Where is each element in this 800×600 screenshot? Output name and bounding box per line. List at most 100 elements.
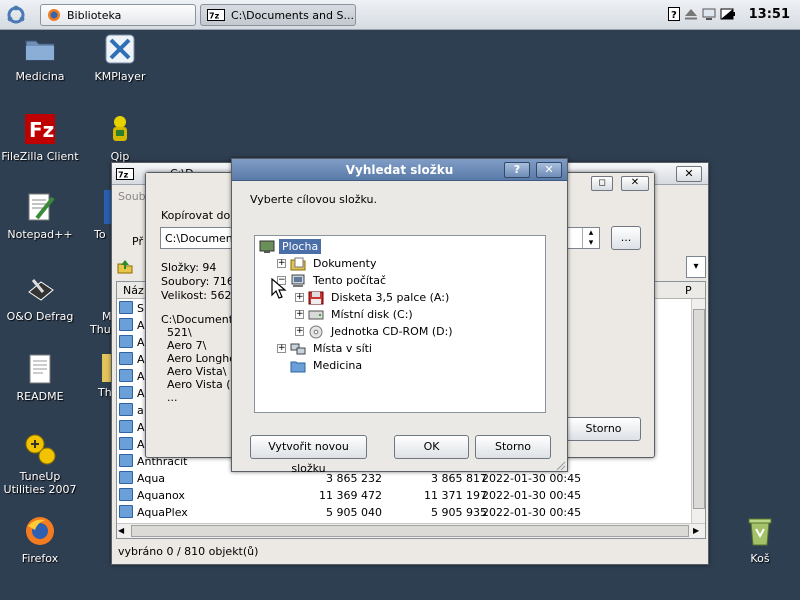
tree-node[interactable]: Medicina bbox=[277, 357, 365, 374]
close-button[interactable]: ✕ bbox=[536, 162, 562, 178]
modified-date: 2022-01-30 00:45 bbox=[482, 472, 582, 485]
packed-size: 11 371 197 bbox=[424, 489, 487, 502]
kmplayer-icon bbox=[105, 34, 135, 64]
new-folder-button[interactable]: Vytvořit novou složku bbox=[250, 435, 367, 475]
h-scroll-thumb[interactable] bbox=[131, 525, 689, 537]
close-button[interactable]: ✕ bbox=[676, 166, 702, 182]
column-name-header[interactable]: Náz bbox=[123, 284, 144, 297]
tree-expander[interactable]: + bbox=[295, 327, 304, 336]
file-name: a bbox=[137, 404, 144, 417]
table-row[interactable]: Aquanox 11 369 472 11 371 197 2022-01-30 00… bbox=[117, 487, 692, 504]
desktop-icon-defrag[interactable]: O&O Defrag bbox=[0, 272, 80, 323]
tree-expander[interactable]: + bbox=[295, 293, 304, 302]
copy-to-label: Kopírovat do: bbox=[161, 209, 234, 222]
folder-icon bbox=[119, 505, 133, 518]
network-icon[interactable] bbox=[702, 7, 716, 21]
desktop-icon bbox=[259, 240, 275, 254]
desktop-icon-tuneup[interactable]: TuneUp Utilities 2007 bbox=[0, 432, 80, 496]
tree-expander[interactable]: + bbox=[295, 310, 304, 319]
desktop-icon-medicina[interactable]: Medicina bbox=[0, 32, 80, 83]
scroll-left-arrow[interactable]: ◀ bbox=[118, 526, 124, 535]
folder-icon bbox=[119, 420, 133, 433]
table-row[interactable]: AquaPlex 5 905 040 5 905 935 2022-01-30 00:… bbox=[117, 504, 692, 521]
notepad-icon bbox=[28, 193, 55, 221]
file-name: A bbox=[137, 319, 145, 332]
desktop-icon-filezilla[interactable]: Fz FileZilla Client bbox=[0, 112, 80, 163]
folder-tree[interactable]: Plocha + Dokumenty − Tento počítač + Disketa 3… bbox=[254, 235, 546, 413]
desktop-icon-qip[interactable]: Qip bbox=[80, 112, 160, 163]
file-name: A bbox=[137, 353, 145, 366]
address-dropdown-button[interactable]: ▾ bbox=[686, 256, 706, 278]
horizontal-scrollbar[interactable]: ◀ ▶ bbox=[117, 523, 705, 538]
source-item: Aero Vista\ bbox=[167, 365, 227, 378]
tree-node[interactable]: + Dokumenty bbox=[277, 255, 379, 272]
source-path: C:\Documents bbox=[161, 313, 239, 326]
cancel-button[interactable]: Storno bbox=[566, 417, 641, 441]
restore-button[interactable]: ◻ bbox=[591, 176, 613, 191]
task-biblioteka[interactable]: Biblioteka bbox=[40, 4, 196, 26]
top-panel: Biblioteka 7z C:\Documents and S... ? 13… bbox=[0, 0, 800, 30]
main-menu-icon[interactable] bbox=[6, 5, 26, 25]
tree-node[interactable]: + Disketa 3,5 palce (A:) bbox=[295, 289, 452, 306]
task-7zip[interactable]: 7z C:\Documents and S... bbox=[200, 4, 356, 26]
tree-node[interactable]: − Tento počítač bbox=[277, 272, 389, 289]
eject-icon[interactable] bbox=[684, 7, 698, 21]
browse-dialog-titlebar[interactable]: Vyhledat složku ? ✕ bbox=[232, 159, 567, 181]
status-bar: vybráno 0 / 810 objekt(ů) bbox=[118, 545, 259, 558]
desktop-icon-readme[interactable]: README bbox=[0, 352, 80, 403]
cancel-button[interactable]: Storno bbox=[475, 435, 551, 459]
folder-icon bbox=[119, 352, 133, 365]
desktop-icon-firefox[interactable]: Firefox bbox=[0, 514, 80, 565]
folder-icon bbox=[290, 359, 306, 373]
file-name: Aquanox bbox=[137, 489, 185, 502]
tree-node-label: Disketa 3,5 palce (A:) bbox=[331, 291, 450, 304]
scroll-thumb[interactable] bbox=[693, 309, 705, 509]
packed-size: 3 865 817 bbox=[431, 472, 487, 485]
browse-button[interactable]: ... bbox=[611, 226, 641, 250]
vertical-scrollbar[interactable] bbox=[691, 299, 705, 523]
browse-folder-dialog: Vyhledat složku ? ✕ Vyberte cílovou slož… bbox=[231, 158, 568, 475]
tree-node-label: Jednotka CD-ROM (D:) bbox=[331, 325, 453, 338]
file-size: 5 905 040 bbox=[326, 506, 382, 519]
desktop-icon-kmplayer[interactable]: KMPlayer bbox=[80, 32, 160, 83]
filezilla-icon: Fz bbox=[25, 114, 55, 144]
scroll-right-arrow[interactable]: ▶ bbox=[693, 526, 699, 535]
up-folder-icon[interactable] bbox=[116, 258, 134, 274]
tree-node[interactable]: + Místa v síti bbox=[277, 340, 375, 357]
defrag-icon bbox=[28, 279, 54, 301]
desktop-icon-notepadpp[interactable]: Notepad++ bbox=[0, 190, 80, 241]
svg-text:Fz: Fz bbox=[29, 118, 54, 142]
column-header[interactable]: P bbox=[685, 284, 692, 297]
source-item: Aero 7\ bbox=[167, 339, 207, 352]
tree-node-label: Plocha bbox=[279, 239, 322, 254]
svg-text:7z: 7z bbox=[209, 12, 220, 21]
help-icon[interactable]: ? bbox=[668, 7, 680, 21]
sevenzip-icon: 7z bbox=[116, 168, 134, 180]
tree-node[interactable]: Plocha bbox=[259, 238, 322, 255]
close-button[interactable]: ✕ bbox=[621, 176, 649, 191]
file-name: Aqua bbox=[137, 472, 166, 485]
folder-icon bbox=[119, 454, 133, 467]
ok-button[interactable]: OK bbox=[394, 435, 469, 459]
clock[interactable]: 13:51 bbox=[749, 7, 790, 22]
destination-dropdown-button[interactable]: ▴ ▾ bbox=[582, 228, 599, 248]
file-name: A bbox=[137, 421, 145, 434]
tree-expander[interactable]: + bbox=[277, 259, 286, 268]
tree-node[interactable]: + Jednotka CD-ROM (D:) bbox=[295, 323, 456, 340]
desktop-icon-recycle-bin[interactable]: Koš bbox=[720, 514, 800, 565]
tree-node-label: Dokumenty bbox=[313, 257, 377, 270]
computer-icon bbox=[290, 274, 306, 288]
tree-node[interactable]: + Místní disk (C:) bbox=[295, 306, 416, 323]
recycle-bin-icon bbox=[748, 518, 772, 546]
firefox-icon bbox=[48, 9, 60, 21]
resize-grip-icon[interactable] bbox=[556, 461, 566, 471]
help-button[interactable]: ? bbox=[504, 162, 530, 178]
tuneup-icon bbox=[25, 434, 56, 465]
battery-icon[interactable] bbox=[720, 7, 736, 21]
sevenzip-icon: 7z bbox=[207, 9, 225, 21]
tree-node-label: Místa v síti bbox=[313, 342, 372, 355]
desktop-icon-partial[interactable]: M Thu bbox=[90, 310, 112, 336]
tree-expander[interactable]: + bbox=[277, 344, 286, 353]
table-row[interactable]: Aqua 3 865 232 3 865 817 2022-01-30 00:45 bbox=[117, 470, 692, 487]
system-tray: ? bbox=[668, 7, 736, 21]
